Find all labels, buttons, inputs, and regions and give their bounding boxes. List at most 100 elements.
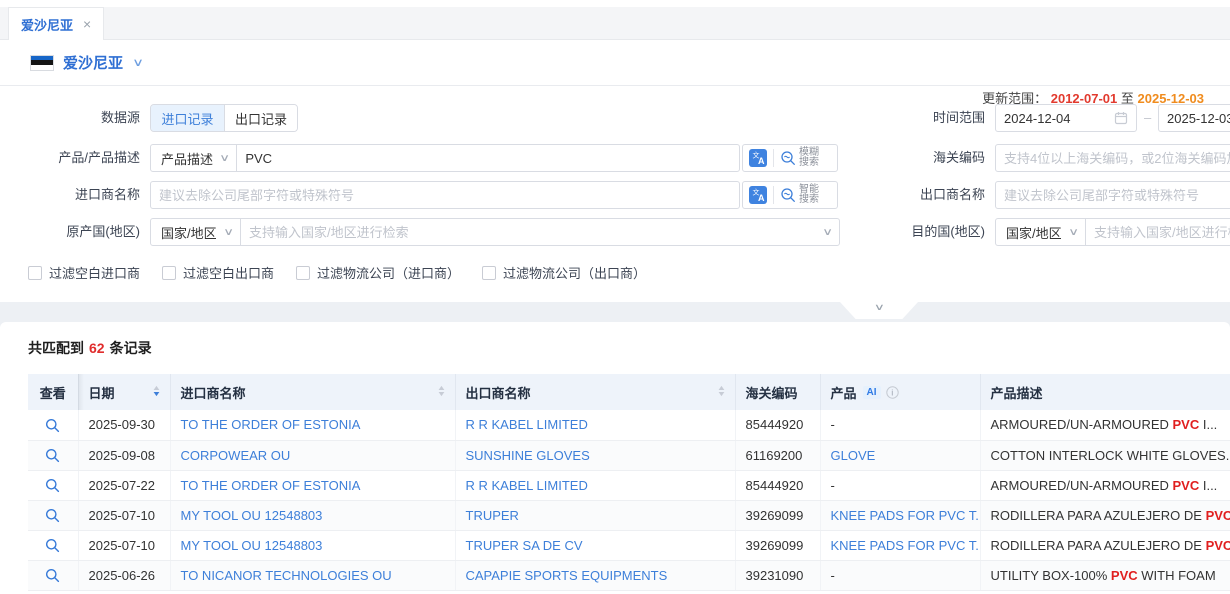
tab-estonia[interactable]: 爱沙尼亚 × [8,7,104,40]
origin-country-select-value: 国家/地区 [161,223,217,242]
sort-exporter-button[interactable]: ▲▼ [718,386,725,398]
table-row: 2025-07-10 MY TOOL OU 12548803 TRUPER SA… [28,530,1230,560]
checkbox-filter-logistics-importer[interactable]: 过滤物流公司（进口商） [296,263,460,282]
hs-code-input[interactable] [1004,145,1230,171]
origin-country-select[interactable]: 国家/地区 ∨ [151,219,241,245]
product-search-tools: 文A 模糊 搜索 [742,144,838,172]
magnifier-icon [45,508,60,523]
view-record-button[interactable] [45,538,60,553]
checkbox-label: 过滤物流公司（进口商） [317,263,460,282]
date-start-input[interactable] [1004,105,1114,131]
column-header-date-label: 日期 [89,383,115,402]
exporter-link[interactable]: SUNSHINE GLOVES [466,448,590,463]
results-section: 共匹配到62条记录 查看 日期 ▲▼ 进口商名称 ▲▼ 出口商名称 [0,302,1230,594]
fuzzy-search-button[interactable]: 模糊 搜索 [780,148,819,168]
row-hs-code: 39269099 [735,500,820,530]
checkbox-filter-logistics-exporter[interactable]: 过滤物流公司（出口商） [482,263,646,282]
importer-link[interactable]: CORPOWEAR OU [181,448,291,463]
product-type-select[interactable]: 产品描述 ∨ [151,145,237,171]
checkbox-icon[interactable] [28,266,42,280]
hs-code-label: 海关编码 [860,144,985,172]
ai-badge: AI [863,386,881,399]
row-description: RODILLERA PARA AZULEJERO DE PVC [980,530,1230,560]
product-input[interactable] [245,145,731,171]
origin-country-label: 原产国(地区) [0,218,140,246]
view-record-button[interactable] [45,418,60,433]
info-icon[interactable]: i [886,386,899,399]
importer-search-tools: 文A 智能 搜索 [742,181,838,209]
smart-search-button[interactable]: 智能 搜索 [780,185,819,205]
exporter-link[interactable]: CAPAPIE SPORTS EQUIPMENTS [466,568,668,583]
tab-export-records[interactable]: 出口记录 [224,105,297,131]
importer-link[interactable]: TO NICANOR TECHNOLOGIES OU [181,568,392,583]
filter-checkboxes: 过滤空白进口商 过滤空白出口商 过滤物流公司（进口商） 过滤物流公司（出口商） [28,263,646,282]
checkbox-icon[interactable] [482,266,496,280]
importer-link[interactable]: TO THE ORDER OF ESTONIA [181,417,361,432]
tab-bar: 爱沙尼亚 × [0,0,1230,40]
row-description: ARMOURED/UN-ARMOURED PVC I... [980,410,1230,440]
checkbox-filter-blank-exporter[interactable]: 过滤空白出口商 [162,263,274,282]
dest-country-select[interactable]: 国家/地区 ∨ [996,219,1086,245]
importer-link[interactable]: MY TOOL OU 12548803 [181,508,323,523]
product-tag[interactable]: GLOVE [831,448,876,463]
importer-link[interactable]: TO THE ORDER OF ESTONIA [181,478,361,493]
importer-link[interactable]: MY TOOL OU 12548803 [181,538,323,553]
checkbox-filter-blank-importer[interactable]: 过滤空白进口商 [28,263,140,282]
sort-importer-button[interactable]: ▲▼ [438,386,445,398]
translate-icon[interactable]: 文A [749,149,767,167]
view-record-button[interactable] [45,508,60,523]
chevron-down-icon: ∨ [1068,227,1079,238]
date-end-field [1158,104,1230,132]
dest-country-input[interactable] [1094,219,1230,245]
search-wave-icon [780,150,796,166]
view-record-button[interactable] [45,568,60,583]
view-record-button[interactable] [45,478,60,493]
dest-country-label: 目的国(地区) [860,218,985,246]
row-description: COTTON INTERLOCK WHITE GLOVES... [980,440,1230,470]
magnifier-icon [45,538,60,553]
checkbox-icon[interactable] [162,266,176,280]
exporter-input[interactable] [1004,182,1230,208]
sort-date-button[interactable]: ▲▼ [153,386,160,398]
table-row: 2025-07-22 TO THE ORDER OF ESTONIA R R K… [28,470,1230,500]
chevron-down-icon: ∨ [873,302,884,313]
exporter-label: 出口商名称 [860,181,985,209]
view-record-button[interactable] [45,448,60,463]
exporter-link[interactable]: TRUPER SA DE CV [466,538,583,553]
time-range-label: 时间范围 [860,104,985,132]
checkbox-label: 过滤物流公司（出口商） [503,263,646,282]
row-hs-code: 85444920 [735,410,820,440]
results-summary: 共匹配到62条记录 [28,338,1230,358]
checkbox-icon[interactable] [296,266,310,280]
product-tag: - [831,568,835,583]
origin-country-input[interactable] [249,219,824,245]
product-tag[interactable]: KNEE PADS FOR PVC T... [831,508,981,523]
row-date: 2025-07-22 [78,470,170,500]
product-tag[interactable]: KNEE PADS FOR PVC T... [831,538,981,553]
country-title: 爱沙尼亚 [63,52,123,73]
exporter-link[interactable]: R R KABEL LIMITED [466,478,588,493]
dest-country-select-value: 国家/地区 [1006,223,1062,242]
filter-panel: 更新范围： 2012-07-01 至 2025-12-03 数据源 进口记录 出… [0,86,1230,302]
results-card: 共匹配到62条记录 查看 日期 ▲▼ 进口商名称 ▲▼ 出口商名称 [0,322,1230,594]
estonia-flag-icon [30,55,54,71]
table-row: 2025-06-26 TO NICANOR TECHNOLOGIES OU CA… [28,560,1230,590]
exporter-link[interactable]: TRUPER [466,508,519,523]
row-description: ARMOURED/UN-ARMOURED PVC I... [980,470,1230,500]
chevron-down-icon[interactable]: ∨ [132,56,144,69]
product-type-value: 产品描述 [161,149,213,168]
row-description: RODILLERA PARA AZULEJERO DE PVC [980,500,1230,530]
translate-icon[interactable]: 文A [749,186,767,204]
date-start-field [995,104,1137,132]
importer-input[interactable] [159,182,731,208]
tab-import-records[interactable]: 进口记录 [151,105,224,131]
calendar-icon[interactable] [1114,111,1128,125]
row-hs-code: 61169200 [735,440,820,470]
row-description: UTILITY BOX-100% PVC WITH FOAM [980,560,1230,590]
date-end-input[interactable] [1167,105,1230,131]
svg-text:A: A [758,156,765,166]
column-header-description: 产品描述 [980,374,1230,410]
exporter-link[interactable]: R R KABEL LIMITED [466,417,588,432]
close-icon[interactable]: × [83,16,91,32]
row-hs-code: 85444920 [735,470,820,500]
